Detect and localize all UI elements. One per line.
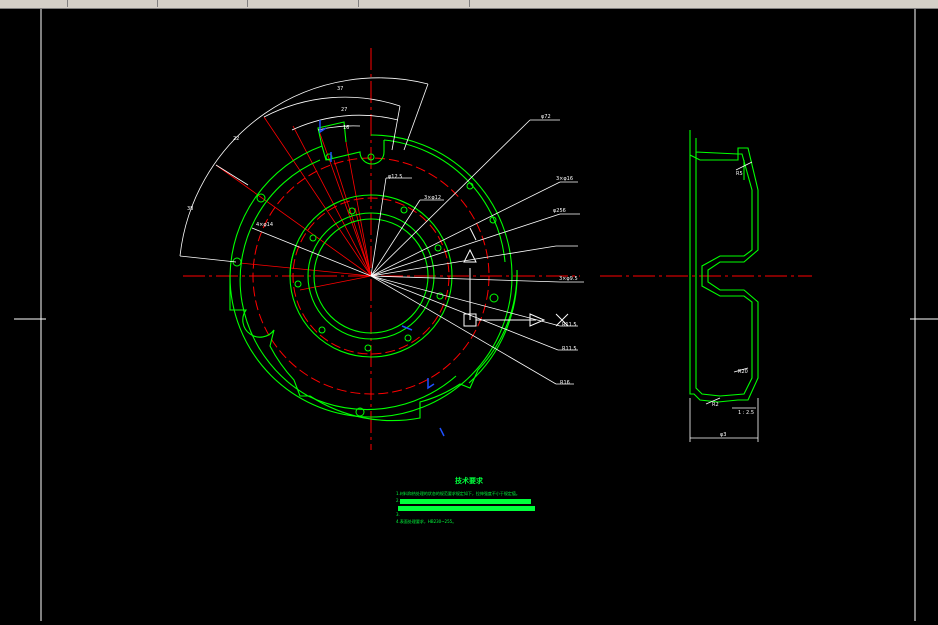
dim-holes-b: 4×φ14 (256, 222, 273, 228)
ext-3: φ256 (553, 208, 566, 214)
sheetset-icon[interactable] (406, 0, 417, 7)
layer-icon[interactable] (496, 0, 507, 7)
sec-width: φ3 (720, 432, 726, 438)
drawing-canvas[interactable]: 37 27 16 22 38 φ12.5 3×φ12 4×φ14 φ72 3×φ… (0, 9, 938, 621)
match-icon[interactable] (163, 0, 174, 7)
dim-holes-a: 3×φ12 (424, 195, 441, 201)
standard-toolbar (0, 0, 938, 9)
dim-angle-outer: 38 (187, 206, 193, 212)
markup-icon[interactable] (427, 0, 438, 7)
section-view: R5 R20 R2 1 : 2.5 φ3 (600, 130, 812, 442)
pan-icon[interactable] (253, 0, 264, 7)
technical-notes: 技术要求 1.材料和热处理的状态的规范要求规定如下，拉伸强度不小于规定值。 2.… (396, 476, 535, 524)
front-view: 37 27 16 22 38 φ12.5 3×φ12 4×φ14 φ72 3×φ… (179, 48, 584, 450)
zoom-window-icon[interactable] (295, 0, 306, 7)
paste-icon[interactable] (136, 0, 147, 7)
preview-icon[interactable] (73, 0, 84, 7)
section-labels: R5 R20 R2 1 : 2.5 φ3 (712, 171, 754, 438)
print-icon[interactable] (46, 0, 57, 7)
cut-icon[interactable] (94, 0, 105, 7)
dim-angle-left: 22 (233, 136, 239, 142)
design-center-icon[interactable] (364, 0, 375, 7)
notes-bar-1 (400, 499, 531, 504)
tool-palette-icon[interactable] (385, 0, 396, 7)
copy-icon[interactable] (115, 0, 126, 7)
toolbar-separator (247, 0, 248, 7)
sec-r-bottom: R2 (712, 402, 719, 408)
save-icon[interactable] (25, 0, 36, 7)
dim-r1: 37 (337, 86, 343, 92)
sun-icon[interactable] (560, 0, 571, 7)
layer-state-icon[interactable] (518, 0, 529, 7)
ext-top: φ72 (541, 114, 551, 120)
notes-line-5: 4.表面处理要求，HB230~255。 (396, 518, 456, 524)
notes-line-4: 3. (396, 512, 400, 517)
bulb-icon[interactable] (539, 0, 550, 7)
redo-icon[interactable] (205, 0, 216, 7)
dim-r2: 27 (341, 107, 347, 113)
notes-bar-2 (398, 506, 535, 511)
undo-icon[interactable] (184, 0, 195, 7)
notes-line-1: 1.材料和热处理的状态的规范要求规定如下，拉伸强度不小于规定值。 (396, 490, 520, 496)
dim-r3: 16 (343, 125, 349, 131)
ucs-icon (463, 227, 569, 327)
hyperlink-icon[interactable] (226, 0, 237, 7)
ext-7: R16 (560, 380, 570, 386)
lock-icon[interactable] (581, 0, 592, 7)
zoom-previous-icon[interactable] (316, 0, 327, 7)
sec-slope: 1 : 2.5 (738, 410, 754, 416)
help-icon[interactable] (475, 0, 486, 7)
notes-title: 技术要求 (455, 476, 484, 485)
front-centerlines (183, 48, 580, 450)
cad-drawing[interactable]: 37 27 16 22 38 φ12.5 3×φ12 4×φ14 φ72 3×φ… (0, 9, 938, 621)
toolbar-separator (157, 0, 158, 7)
zoom-icon[interactable] (274, 0, 285, 7)
sec-r-mid: R20 (738, 369, 748, 375)
ext-6: R11.5 (562, 346, 577, 352)
ext-4: 3×φ9.5 (559, 276, 578, 282)
dim-thickness: φ12.5 (388, 174, 402, 180)
toolbar-separator (469, 0, 470, 7)
sec-r-top: R5 (736, 171, 743, 177)
properties-icon[interactable] (337, 0, 348, 7)
section-outline (689, 130, 759, 403)
toolbar-separator (67, 0, 68, 7)
toolbar-separator (358, 0, 359, 7)
front-outlines (229, 121, 518, 422)
ext-2: 3×φ16 (556, 176, 573, 182)
ext-5: R11.5 (562, 322, 577, 328)
new-icon[interactable] (4, 0, 15, 7)
calc-icon[interactable] (448, 0, 459, 7)
notes-line-2: 2. (396, 498, 400, 503)
